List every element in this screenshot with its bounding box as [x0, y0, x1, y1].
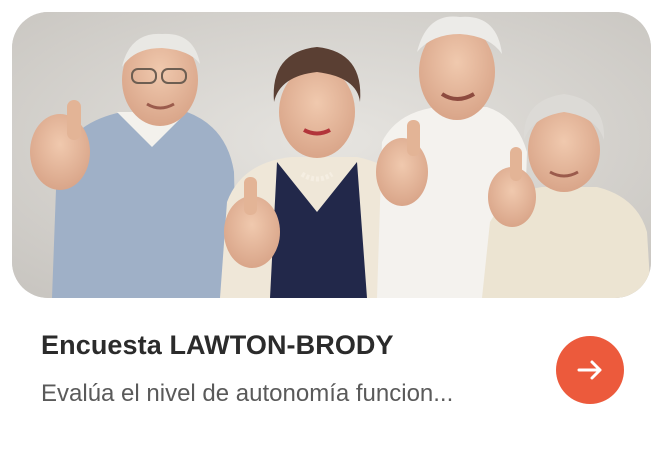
open-survey-button[interactable] [556, 336, 624, 404]
survey-description: Evalúa el nivel de autonomía funcion... [41, 380, 454, 407]
seniors-thumbs-up-illustration [12, 12, 651, 298]
survey-title: Encuesta LAWTON-BRODY [41, 330, 394, 360]
survey-card[interactable]: Encuesta LAWTON-BRODY Evalúa el nivel de… [0, 0, 662, 452]
survey-hero-image [12, 12, 651, 298]
arrow-right-icon [577, 360, 602, 380]
